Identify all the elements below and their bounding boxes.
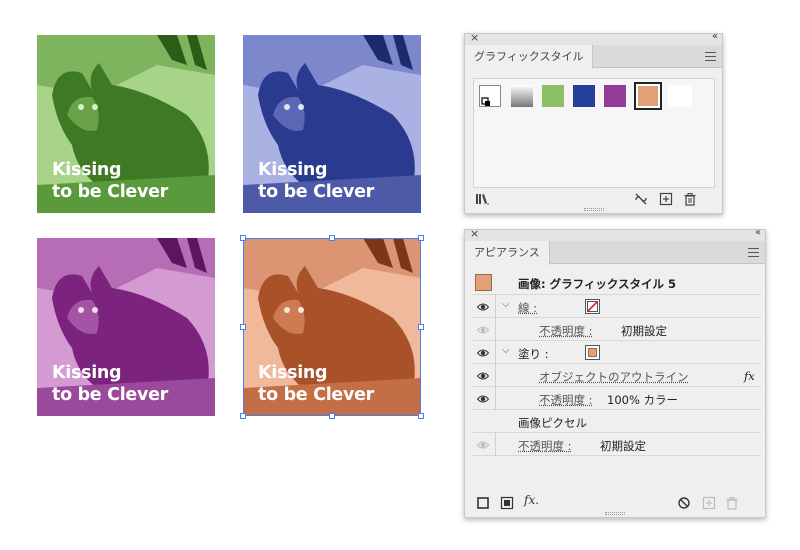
style-swatch-blue[interactable] (573, 85, 595, 107)
opacity-label[interactable]: 不透明度 : (518, 438, 572, 454)
stroke-label[interactable]: 線 : (518, 300, 537, 316)
fx-icon[interactable]: fx (744, 369, 755, 383)
artwork-tile-orange[interactable]: Kissing to be Clever (243, 238, 421, 416)
opacity-value: 初期設定 (621, 324, 667, 338)
style-swatch-green[interactable] (542, 85, 564, 107)
library-icon[interactable] (475, 192, 489, 206)
artwork-caption: Kissing to be Clever (52, 159, 168, 203)
disclosure-chevron-icon[interactable]: ⌵ (502, 299, 510, 310)
image-pixels-row[interactable]: 画像ピクセル (471, 410, 761, 433)
artwork-tile-purple[interactable]: Kissing to be Clever (37, 238, 215, 416)
break-link-icon[interactable] (634, 192, 648, 206)
tab-appearance[interactable]: アピアランス (465, 241, 550, 265)
disclosure-chevron-icon[interactable]: ⌵ (502, 345, 510, 356)
artwork-caption: Kissing to be Clever (258, 362, 374, 406)
panel-menu-icon[interactable] (705, 52, 716, 64)
stroke-none-swatch-icon[interactable] (585, 299, 600, 314)
stroke-row[interactable]: ⌵ 線 : (471, 295, 761, 318)
stroke-opacity-row[interactable]: 不透明度 : 初期設定 (471, 318, 761, 341)
trash-icon[interactable] (683, 192, 697, 206)
resize-handle-left[interactable] (240, 324, 246, 330)
panel-tab-row: アピアランス (465, 241, 765, 265)
panel-resize-grip[interactable] (605, 512, 625, 515)
style-swatch-gradient[interactable] (511, 85, 533, 107)
close-icon[interactable]: × (470, 31, 479, 44)
panel-menu-icon[interactable] (748, 248, 759, 260)
resize-handle-bottom-left[interactable] (240, 413, 246, 419)
visibility-eye-icon[interactable] (477, 301, 489, 313)
default-style-icon (481, 97, 490, 106)
visibility-eye-icon[interactable] (477, 324, 489, 336)
opacity-value: 初期設定 (600, 439, 646, 453)
collapse-icon[interactable]: ‹‹ (755, 227, 761, 238)
add-new-stroke-icon[interactable] (476, 496, 490, 510)
resize-handle-top-right[interactable] (418, 235, 424, 241)
image-pixels-label: 画像ピクセル (518, 416, 587, 430)
panel-title-bar[interactable]: × ‹‹ (465, 31, 722, 45)
visibility-eye-icon[interactable] (477, 370, 489, 382)
caption-line-2: to be Clever (258, 182, 374, 202)
graphic-styles-panel: × ‹‹ グラフィックスタイル (464, 31, 723, 214)
collapse-icon[interactable]: ‹‹ (712, 31, 718, 42)
caption-line-1: Kissing (258, 363, 328, 383)
resize-handle-top-left[interactable] (240, 235, 246, 241)
fill-color-swatch[interactable] (585, 345, 600, 360)
new-style-icon[interactable] (659, 192, 673, 206)
resize-handle-top[interactable] (329, 235, 335, 241)
style-swatch-list (473, 78, 715, 188)
appearance-header-row[interactable]: 画像: グラフィックスタイル 5 (471, 271, 761, 295)
trash-icon[interactable] (725, 496, 739, 510)
fill-row[interactable]: ⌵ 塗り : (471, 341, 761, 364)
visibility-eye-icon[interactable] (477, 393, 489, 405)
panel-title-bar[interactable]: × ‹‹ (465, 227, 765, 241)
resize-handle-bottom-right[interactable] (418, 413, 424, 419)
tab-graphic-styles[interactable]: グラフィックスタイル (465, 45, 594, 69)
object-opacity-row[interactable]: 不透明度 : 初期設定 (471, 433, 761, 456)
fill-opacity-row[interactable]: 不透明度 : 100% カラー (471, 387, 761, 410)
caption-line-1: Kissing (52, 160, 122, 180)
caption-line-1: Kissing (258, 160, 328, 180)
caption-line-2: to be Clever (52, 182, 168, 202)
artwork-tile-green[interactable]: Kissing to be Clever (37, 35, 215, 213)
panel-resize-grip[interactable] (583, 208, 604, 211)
graphic-style-thumbnail (475, 274, 492, 291)
artwork-tile-blue[interactable]: Kissing to be Clever (243, 35, 421, 213)
add-new-effect-icon[interactable]: fx. (524, 493, 539, 507)
duplicate-item-icon[interactable] (702, 496, 716, 510)
appearance-panel: × ‹‹ アピアランス 画像: グラフィックスタイル 5 ⌵ 線 : 不透明度 … (464, 227, 766, 518)
opacity-label[interactable]: 不透明度 : (539, 392, 593, 408)
opacity-value: 100% カラー (607, 393, 679, 407)
appearance-attribute-list: 画像: グラフィックスタイル 5 ⌵ 線 : 不透明度 : 初期設定 ⌵ 塗り … (471, 271, 761, 489)
style-swatch-purple[interactable] (604, 85, 626, 107)
effect-outline-object-row[interactable]: オブジェクトのアウトライン fx (471, 364, 761, 387)
resize-handle-bottom[interactable] (329, 413, 335, 419)
resize-handle-right[interactable] (418, 324, 424, 330)
panel-tab-row: グラフィックスタイル (465, 45, 722, 69)
appearance-header-title: 画像: グラフィックスタイル 5 (518, 277, 677, 291)
style-swatch-orange-selected[interactable] (634, 82, 662, 110)
opacity-label[interactable]: 不透明度 : (539, 323, 593, 339)
caption-line-2: to be Clever (52, 385, 168, 405)
clear-appearance-icon[interactable] (677, 496, 691, 510)
add-new-fill-icon[interactable] (500, 496, 514, 510)
effect-label[interactable]: オブジェクトのアウトライン (539, 369, 689, 385)
visibility-eye-icon[interactable] (477, 347, 489, 359)
visibility-eye-icon[interactable] (477, 439, 489, 451)
caption-line-2: to be Clever (258, 385, 374, 405)
fill-label[interactable]: 塗り : (518, 346, 549, 362)
style-swatch-empty (668, 85, 692, 107)
caption-line-1: Kissing (52, 363, 122, 383)
artwork-caption: Kissing to be Clever (52, 362, 168, 406)
close-icon[interactable]: × (470, 227, 479, 240)
artwork-caption: Kissing to be Clever (258, 159, 374, 203)
style-swatch-default[interactable] (479, 85, 501, 107)
